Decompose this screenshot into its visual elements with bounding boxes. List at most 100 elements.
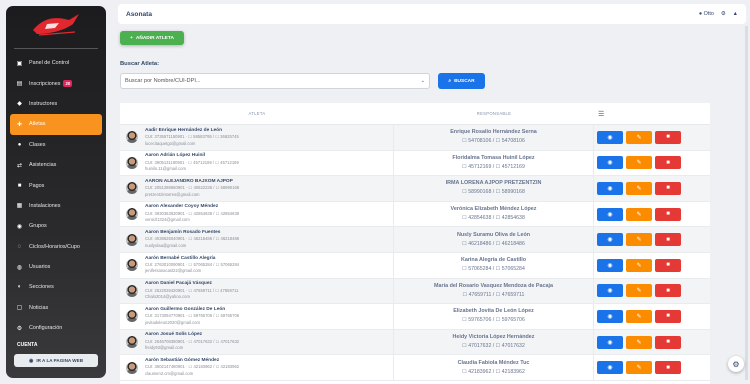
- row-actions: ◉ ✎ ■: [594, 335, 710, 349]
- calendar-icon: ▤: [16, 81, 23, 88]
- sidebar-item-noticias[interactable]: ▢ Noticias: [6, 298, 106, 318]
- edit-button[interactable]: ✎: [626, 156, 652, 170]
- sidebar-item-panel-de-control[interactable]: ▣ Panel de Control: [6, 53, 106, 73]
- view-button[interactable]: ◉: [597, 258, 623, 272]
- page-scrollbar[interactable]: [745, 26, 748, 380]
- delete-button[interactable]: ■: [655, 335, 681, 349]
- brand-logo[interactable]: [6, 6, 106, 44]
- eye-icon: ◉: [607, 134, 613, 141]
- sidebar-item-label: Pagos: [29, 182, 45, 189]
- edit-button[interactable]: ✎: [626, 361, 652, 375]
- sidebar-item-label: Grupos: [29, 223, 47, 230]
- sidebar-item-instalaciones[interactable]: ▦ Instalaciones: [6, 196, 106, 216]
- column-athlete: ATLETA: [248, 111, 266, 116]
- settings-icon[interactable]: ⚙: [721, 11, 726, 17]
- sidebar-item-secciones[interactable]: ◐ Secciones: [6, 277, 106, 297]
- notifications-icon[interactable]: ▲: [733, 11, 738, 17]
- responsible-name: Enrique Rosalío Hernández Serna: [450, 129, 537, 136]
- app-root: ▣ Panel de Control ▤ Inscripciones 20 ◆ Instru…: [0, 0, 750, 384]
- delete-button[interactable]: ■: [655, 181, 681, 195]
- sidebar-item-label: Usuarios: [29, 264, 51, 271]
- athlete-cui: CUI: 2051288660901 · ☐ 40622236 / ☐ 5899…: [145, 185, 240, 191]
- eye-icon: ◉: [607, 160, 613, 167]
- shuffle-icon: ⇄: [16, 162, 23, 169]
- sidebar-item-configuraci-n[interactable]: ⚙ Configuración: [6, 318, 106, 338]
- search-icon: ⌕: [448, 79, 452, 84]
- athlete-info: Aaron Guillermo González De León CUI: 317…: [145, 307, 239, 326]
- table-row: Aaron Adrián López Huinil CUI: 3905131180…: [120, 150, 710, 177]
- view-button[interactable]: ◉: [597, 361, 623, 375]
- responsible-cell: Nusly Suramu Oliva de León ☐ 46218486 / ☐…: [394, 227, 594, 252]
- settings-fab-icon[interactable]: ⚙: [728, 356, 744, 372]
- edit-button[interactable]: ✎: [626, 233, 652, 247]
- avatar: [126, 361, 138, 374]
- edit-button[interactable]: ✎: [626, 181, 652, 195]
- trash-icon: ■: [666, 159, 670, 166]
- table-header: ATLETA RESPONSABLE ☰: [120, 103, 710, 125]
- delete-button[interactable]: ■: [655, 361, 681, 375]
- athlete-info: Aarón Bernabé Castillo Alegría CUI: 27630…: [145, 256, 239, 275]
- sidebar-item-asistencias[interactable]: ⇄ Asistencias: [6, 155, 106, 175]
- view-button[interactable]: ◉: [597, 335, 623, 349]
- edit-button[interactable]: ✎: [626, 207, 652, 221]
- sidebar-nav: ▣ Panel de Control ▤ Inscripciones 20 ◆ Instru…: [6, 53, 106, 338]
- view-button[interactable]: ◉: [597, 284, 623, 298]
- delete-button[interactable]: ■: [655, 309, 681, 323]
- delete-button[interactable]: ■: [655, 156, 681, 170]
- delete-button[interactable]: ■: [655, 207, 681, 221]
- edit-button[interactable]: ✎: [626, 258, 652, 272]
- delete-button[interactable]: ■: [655, 258, 681, 272]
- view-button[interactable]: ◉: [597, 181, 623, 195]
- runner-icon: ✚: [16, 121, 23, 128]
- view-button[interactable]: ◉: [597, 207, 623, 221]
- eye-icon: ◉: [607, 339, 613, 346]
- row-actions: ◉ ✎ ■: [594, 181, 710, 195]
- users-icon: ◍: [16, 264, 23, 271]
- sidebar: ▣ Panel de Control ▤ Inscripciones 20 ◆ Instru…: [6, 6, 106, 378]
- sidebar-item-label: Instalaciones: [29, 202, 61, 209]
- athlete-email: claumen2.cm@gmail.com: [145, 370, 194, 376]
- sidebar-item-clases[interactable]: ● Clases: [6, 135, 106, 155]
- edit-button[interactable]: ✎: [626, 130, 652, 144]
- view-button[interactable]: ◉: [597, 156, 623, 170]
- sidebar-item-label: Noticias: [29, 304, 49, 311]
- search-button[interactable]: ⌕ BUSCAR: [438, 73, 485, 89]
- athlete-cell: Aaron Guillermo González De León CUI: 317…: [120, 304, 394, 329]
- responsible-name: Elizabeth Jovita De León López: [453, 308, 534, 315]
- sidebar-item-label: Configuración: [29, 325, 63, 332]
- search-select[interactable]: Buscar por Nombre/CUI-DPI... ⌄: [120, 73, 430, 89]
- eye-icon: ◉: [607, 365, 613, 372]
- edit-button[interactable]: ✎: [626, 284, 652, 298]
- sidebar-item-usuarios[interactable]: ◍ Usuarios: [6, 257, 106, 277]
- athlete-cell: Aarón Bernabé Castillo Alegría CUI: 27630…: [120, 252, 394, 278]
- sidebar-item-inscripciones[interactable]: ▤ Inscripciones 20: [6, 73, 106, 93]
- delete-button[interactable]: ■: [655, 284, 681, 298]
- edit-button[interactable]: ✎: [626, 309, 652, 323]
- eye-icon: ◉: [607, 288, 613, 295]
- trash-icon: ■: [666, 364, 670, 371]
- delete-button[interactable]: ■: [655, 130, 681, 144]
- eye-icon: ◉: [607, 262, 613, 269]
- athlete-cui: CUI: 4038626040901 · ☐ 46218486 / ☐ 4621…: [145, 236, 240, 242]
- edit-button[interactable]: ✎: [626, 335, 652, 349]
- sidebar-item-instructores[interactable]: ◆ Instructores: [6, 94, 106, 114]
- view-button[interactable]: ◉: [597, 233, 623, 247]
- sidebar-item-grupos[interactable]: ◉ Grupos: [6, 216, 106, 236]
- user-name: Otto: [703, 11, 714, 17]
- delete-button[interactable]: ■: [655, 233, 681, 247]
- trash-icon: ■: [666, 262, 670, 269]
- column-responsible: RESPONSABLE: [476, 111, 512, 116]
- view-button[interactable]: ◉: [597, 130, 623, 144]
- chevron-down-icon: ⌄: [420, 78, 425, 84]
- view-button[interactable]: ◉: [597, 309, 623, 323]
- sidebar-item-pagos[interactable]: ■ Pagos: [6, 175, 106, 195]
- go-to-website-button[interactable]: ◉ IR A LA PAGINA WEB: [14, 354, 98, 367]
- athlete-info: Aaron Alexander Coyoy Méndez CUI: 3930363…: [145, 204, 239, 223]
- add-athlete-button[interactable]: + AÑADIR ATLETA: [120, 31, 184, 45]
- monitor-icon: ▣: [16, 60, 23, 67]
- sidebar-item-ciclos-horarios-cupo[interactable]: ◌ Ciclos/Horarios/Cupo: [6, 237, 106, 257]
- athlete-info: Aaron Daniel Pacajá Vásquez CUI: 25220264…: [145, 281, 239, 300]
- trash-icon: ■: [666, 134, 670, 141]
- sidebar-item-atletas[interactable]: ✚ Atletas: [10, 114, 102, 135]
- user-menu[interactable]: ● Otto: [699, 11, 714, 17]
